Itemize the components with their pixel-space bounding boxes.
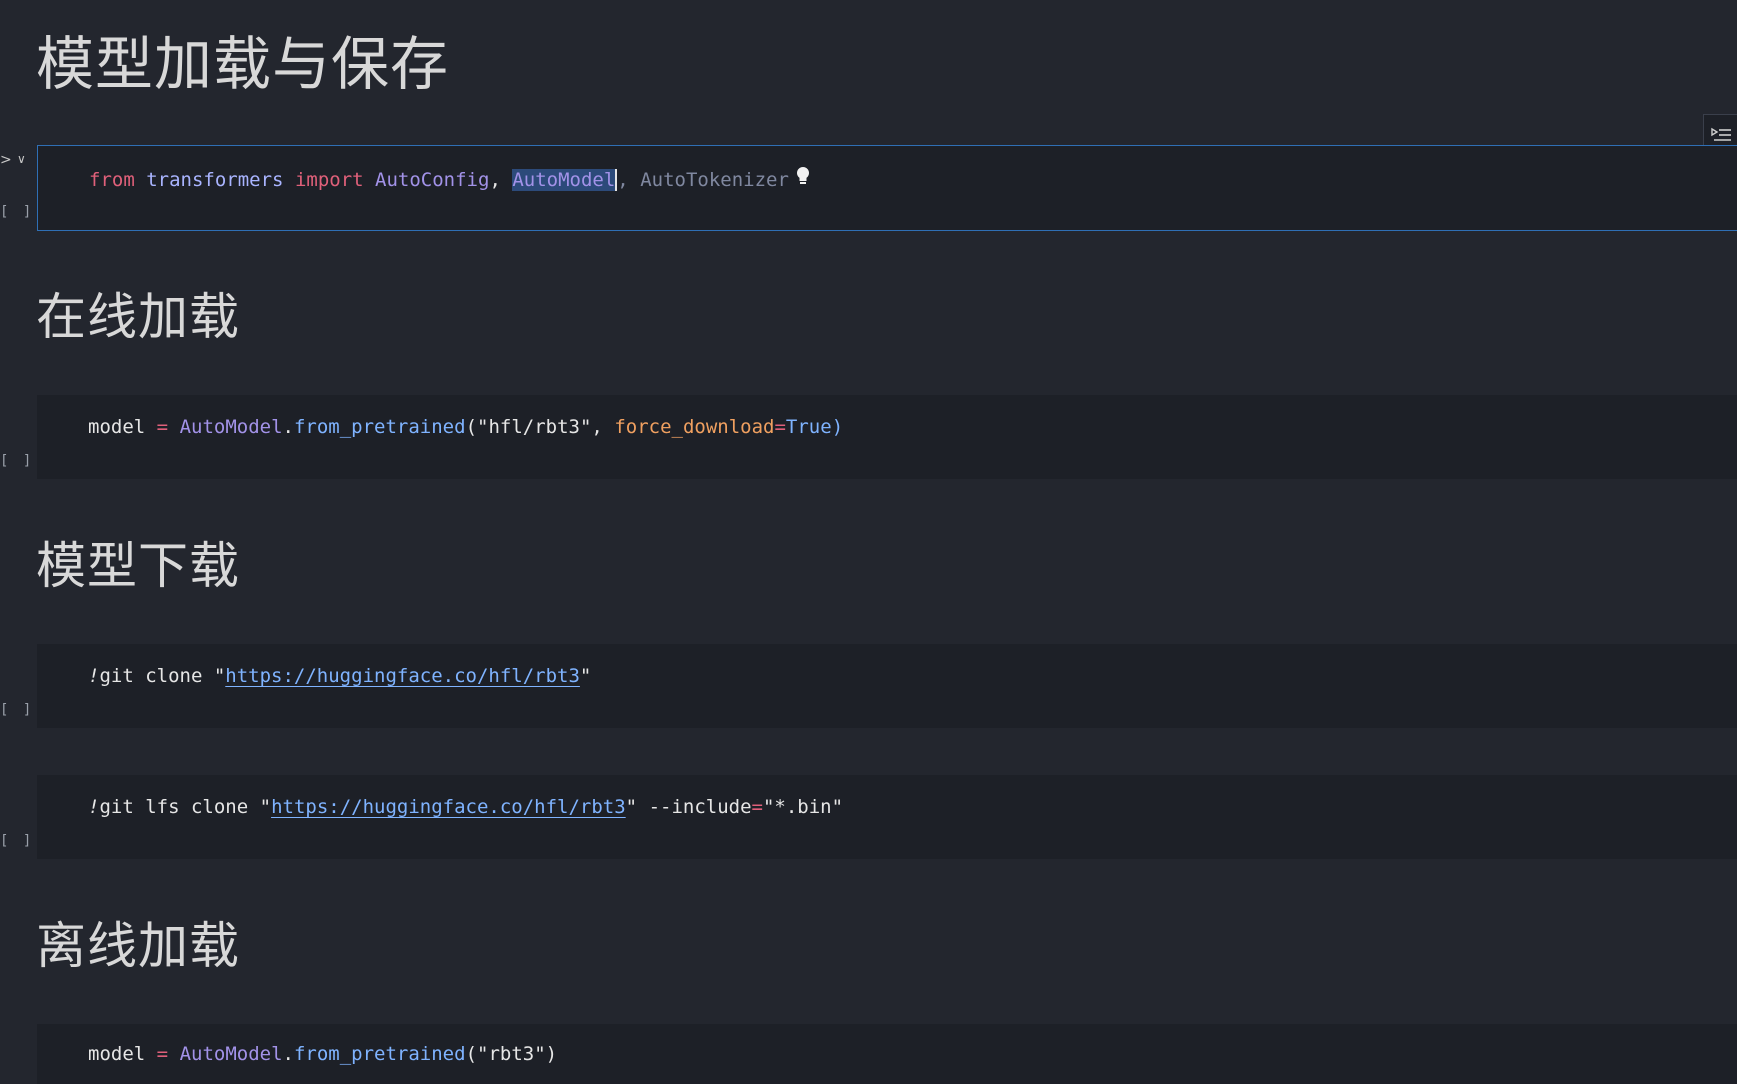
paren-close: )	[545, 1043, 558, 1065]
outline-toggle-icon	[1710, 127, 1731, 141]
quote: "	[213, 665, 226, 687]
comma: ,	[489, 169, 501, 191]
module-name: transformers	[146, 169, 284, 191]
paren-open: (	[465, 416, 478, 438]
string-model-id: "hfl/rbt3"	[477, 416, 592, 438]
shell-command: git clone	[99, 665, 214, 687]
quote: "	[625, 796, 638, 818]
code-cell-import[interactable]: from transformers import AutoConfig, Aut…	[37, 145, 1737, 231]
selected-class-automodel: AutoModel	[512, 169, 618, 191]
code-cell-online-load[interactable]: model = AutoModel.from_pretrained("hfl/r…	[37, 395, 1737, 479]
operator-assign: =	[156, 416, 169, 438]
repo-url-link[interactable]: https://huggingface.co/hfl/rbt3	[271, 796, 626, 818]
variable-model: model	[88, 1043, 146, 1065]
code-line[interactable]: from transformers import AutoConfig, Aut…	[89, 166, 811, 195]
quote: "	[579, 665, 592, 687]
keyword-from: from	[89, 169, 135, 191]
comma: ,	[617, 169, 629, 191]
operator-assign: =	[751, 796, 763, 818]
dot: .	[282, 416, 294, 438]
shell-command: git lfs clone	[99, 796, 260, 818]
code-line[interactable]: !git clone "https://huggingface.co/hfl/r…	[88, 663, 591, 689]
comma: ,	[591, 416, 603, 438]
lightbulb-icon[interactable]	[795, 166, 811, 195]
cell-exec-count: [ ]	[0, 204, 35, 220]
string-pattern: "*.bin"	[762, 796, 844, 818]
cell-exec-count: [ ]	[0, 453, 35, 469]
section-heading-download: 模型下载	[36, 537, 240, 595]
class-automodel: AutoModel	[179, 1043, 283, 1065]
page-title: 模型加载与保存	[36, 30, 450, 98]
repo-url-link[interactable]: https://huggingface.co/hfl/rbt3	[225, 665, 580, 687]
shell-flag-include: --include	[637, 796, 752, 818]
operator-assign: =	[156, 1043, 169, 1065]
code-cell-git-clone[interactable]: !git clone "https://huggingface.co/hfl/r…	[37, 644, 1737, 728]
param-force-download: force_download	[614, 416, 775, 438]
code-line[interactable]: model = AutoModel.from_pretrained("rbt3"…	[88, 1041, 557, 1067]
bool-true: True	[785, 416, 832, 438]
code-line[interactable]: model = AutoModel.from_pretrained("hfl/r…	[88, 414, 843, 440]
class-autoconfig: AutoConfig	[375, 169, 490, 191]
code-line[interactable]: !git lfs clone "https://huggingface.co/h…	[88, 794, 843, 820]
cell-exec-count: [ ]	[0, 833, 35, 849]
paren-close: )	[831, 416, 844, 438]
chevron-down-icon[interactable]: ∨	[17, 152, 26, 166]
section-heading-online: 在线加载	[36, 288, 240, 346]
run-arrow-icon[interactable]: >	[0, 152, 12, 168]
section-heading-offline: 离线加载	[36, 917, 240, 975]
string-model-path: "rbt3"	[477, 1043, 546, 1065]
cell-exec-count: [ ]	[0, 702, 35, 718]
variable-model: model	[88, 416, 146, 438]
keyword-import: import	[294, 169, 364, 191]
code-cell-git-lfs-clone[interactable]: !git lfs clone "https://huggingface.co/h…	[37, 775, 1737, 859]
paren-open: (	[465, 1043, 478, 1065]
class-autotokenizer: AutoTokenizer	[640, 169, 789, 191]
class-automodel: AutoModel	[179, 416, 283, 438]
function-from-pretrained: from_pretrained	[293, 1043, 466, 1065]
operator-assign: =	[774, 416, 786, 438]
dot: .	[282, 1043, 294, 1065]
shell-bang: !	[88, 665, 100, 687]
shell-bang: !	[88, 796, 100, 818]
code-cell-offline-load[interactable]: model = AutoModel.from_pretrained("rbt3"…	[37, 1024, 1737, 1084]
function-from-pretrained: from_pretrained	[293, 416, 466, 438]
quote: "	[259, 796, 272, 818]
